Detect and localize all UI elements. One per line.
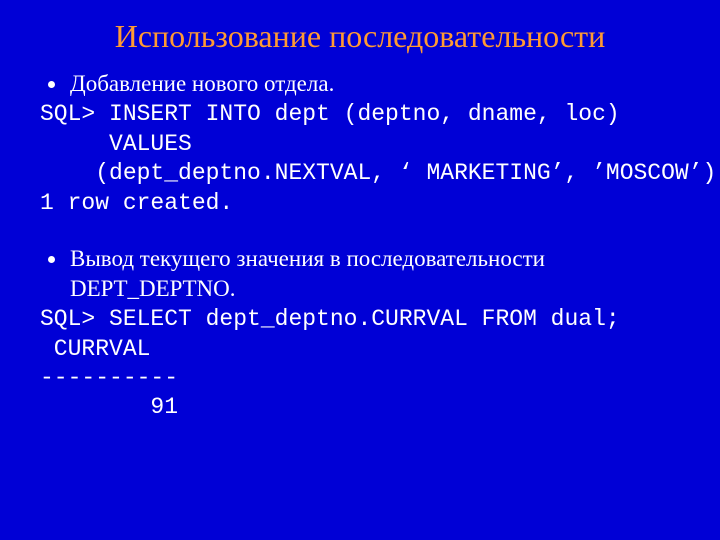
code-select-value: 91 — [40, 393, 680, 422]
bullet-currval: Вывод текущего значения в последовательн… — [68, 244, 680, 303]
slide: Использование последовательности Добавле… — [0, 0, 720, 423]
slide-title: Использование последовательности — [40, 18, 680, 55]
code-insert-line2: VALUES — [40, 130, 680, 159]
bullet-add-dept: Добавление нового отдела. — [68, 69, 680, 98]
slide-body: Добавление нового отдела. SQL> INSERT IN… — [40, 69, 680, 423]
code-insert-line1: SQL> INSERT INTO dept (deptno, dname, lo… — [40, 100, 680, 129]
code-select-divider: ---------- — [40, 364, 680, 393]
code-insert-result: 1 row created. — [40, 189, 680, 218]
code-select-line1: SQL> SELECT dept_deptno.CURRVAL FROM dua… — [40, 305, 680, 334]
code-insert-line3: (dept_deptno.NEXTVAL, ‘ MARKETING’, ’MOS… — [40, 159, 680, 188]
code-select-header: CURRVAL — [40, 335, 680, 364]
spacer — [40, 218, 680, 242]
